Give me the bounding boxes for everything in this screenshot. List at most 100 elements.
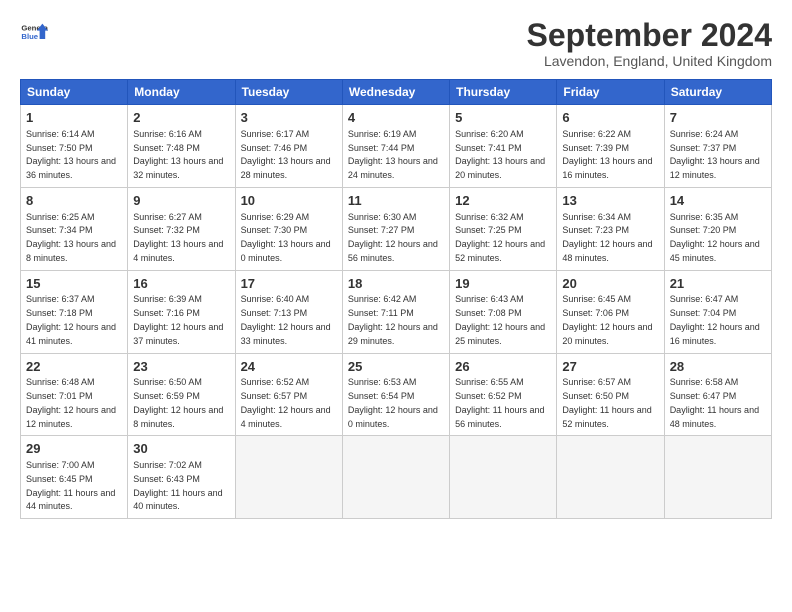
table-row: 1 Sunrise: 6:14 AMSunset: 7:50 PMDaylight… — [21, 105, 128, 188]
table-row: 26Sunrise: 6:55 AMSunset: 6:52 PMDayligh… — [450, 353, 557, 436]
day-info: Sunrise: 6:50 AMSunset: 6:59 PMDaylight:… — [133, 377, 223, 428]
day-info: Sunrise: 6:35 AMSunset: 7:20 PMDaylight:… — [670, 212, 760, 263]
day-number: 13 — [562, 192, 658, 210]
day-info: Sunrise: 6:24 AMSunset: 7:37 PMDaylight:… — [670, 129, 760, 180]
day-info: Sunrise: 6:30 AMSunset: 7:27 PMDaylight:… — [348, 212, 438, 263]
day-info: Sunrise: 7:00 AMSunset: 6:45 PMDaylight:… — [26, 460, 115, 511]
day-info: Sunrise: 6:16 AMSunset: 7:48 PMDaylight:… — [133, 129, 223, 180]
day-number: 19 — [455, 275, 551, 293]
day-number: 9 — [133, 192, 229, 210]
table-row: 10 Sunrise: 6:29 AMSunset: 7:30 PMDayligh… — [235, 187, 342, 270]
table-row: 30 Sunrise: 7:02 AMSunset: 6:43 PMDayligh… — [128, 436, 235, 519]
calendar-header-row: Sunday Monday Tuesday Wednesday Thursday… — [21, 80, 772, 105]
table-row — [664, 436, 771, 519]
page: General Blue September 2024 Lavendon, En… — [0, 0, 792, 529]
table-row: 17Sunrise: 6:40 AMSunset: 7:13 PMDayligh… — [235, 270, 342, 353]
calendar-row: 15Sunrise: 6:37 AMSunset: 7:18 PMDayligh… — [21, 270, 772, 353]
day-info: Sunrise: 6:55 AMSunset: 6:52 PMDaylight:… — [455, 377, 544, 428]
day-number: 6 — [562, 109, 658, 127]
day-info: Sunrise: 6:48 AMSunset: 7:01 PMDaylight:… — [26, 377, 116, 428]
day-info: Sunrise: 6:14 AMSunset: 7:50 PMDaylight:… — [26, 129, 116, 180]
day-info: Sunrise: 6:19 AMSunset: 7:44 PMDaylight:… — [348, 129, 438, 180]
table-row: 24Sunrise: 6:52 AMSunset: 6:57 PMDayligh… — [235, 353, 342, 436]
logo: General Blue — [20, 18, 48, 46]
day-number: 16 — [133, 275, 229, 293]
table-row — [342, 436, 449, 519]
table-row: 15Sunrise: 6:37 AMSunset: 7:18 PMDayligh… — [21, 270, 128, 353]
day-number: 24 — [241, 358, 337, 376]
day-info: Sunrise: 6:39 AMSunset: 7:16 PMDaylight:… — [133, 294, 223, 345]
table-row: 14Sunrise: 6:35 AMSunset: 7:20 PMDayligh… — [664, 187, 771, 270]
day-info: Sunrise: 6:37 AMSunset: 7:18 PMDaylight:… — [26, 294, 116, 345]
calendar-table: Sunday Monday Tuesday Wednesday Thursday… — [20, 79, 772, 519]
day-info: Sunrise: 6:27 AMSunset: 7:32 PMDaylight:… — [133, 212, 223, 263]
day-number: 29 — [26, 440, 122, 458]
day-number: 10 — [241, 192, 337, 210]
table-row: 19Sunrise: 6:43 AMSunset: 7:08 PMDayligh… — [450, 270, 557, 353]
day-number: 21 — [670, 275, 766, 293]
table-row: 16Sunrise: 6:39 AMSunset: 7:16 PMDayligh… — [128, 270, 235, 353]
table-row: 27Sunrise: 6:57 AMSunset: 6:50 PMDayligh… — [557, 353, 664, 436]
table-row: 22Sunrise: 6:48 AMSunset: 7:01 PMDayligh… — [21, 353, 128, 436]
table-row: 4 Sunrise: 6:19 AMSunset: 7:44 PMDaylight… — [342, 105, 449, 188]
col-thursday: Thursday — [450, 80, 557, 105]
table-row: 5Sunrise: 6:20 AMSunset: 7:41 PMDaylight… — [450, 105, 557, 188]
day-number: 27 — [562, 358, 658, 376]
day-number: 26 — [455, 358, 551, 376]
table-row — [557, 436, 664, 519]
day-info: Sunrise: 6:32 AMSunset: 7:25 PMDaylight:… — [455, 212, 545, 263]
header: General Blue September 2024 Lavendon, En… — [20, 18, 772, 69]
calendar-row: 8 Sunrise: 6:25 AMSunset: 7:34 PMDaylight… — [21, 187, 772, 270]
day-info: Sunrise: 6:47 AMSunset: 7:04 PMDaylight:… — [670, 294, 760, 345]
svg-text:Blue: Blue — [21, 32, 38, 41]
table-row: 6Sunrise: 6:22 AMSunset: 7:39 PMDaylight… — [557, 105, 664, 188]
table-row — [450, 436, 557, 519]
day-number: 25 — [348, 358, 444, 376]
day-number: 8 — [26, 192, 122, 210]
table-row: 7Sunrise: 6:24 AMSunset: 7:37 PMDaylight… — [664, 105, 771, 188]
day-number: 17 — [241, 275, 337, 293]
location: Lavendon, England, United Kingdom — [527, 53, 772, 69]
table-row: 9 Sunrise: 6:27 AMSunset: 7:32 PMDaylight… — [128, 187, 235, 270]
table-row: 3 Sunrise: 6:17 AMSunset: 7:46 PMDaylight… — [235, 105, 342, 188]
day-info: Sunrise: 6:45 AMSunset: 7:06 PMDaylight:… — [562, 294, 652, 345]
day-info: Sunrise: 6:42 AMSunset: 7:11 PMDaylight:… — [348, 294, 438, 345]
month-title: September 2024 — [527, 18, 772, 53]
table-row: 20Sunrise: 6:45 AMSunset: 7:06 PMDayligh… — [557, 270, 664, 353]
day-info: Sunrise: 6:43 AMSunset: 7:08 PMDaylight:… — [455, 294, 545, 345]
day-info: Sunrise: 6:29 AMSunset: 7:30 PMDaylight:… — [241, 212, 331, 263]
day-info: Sunrise: 6:57 AMSunset: 6:50 PMDaylight:… — [562, 377, 651, 428]
day-info: Sunrise: 6:58 AMSunset: 6:47 PMDaylight:… — [670, 377, 759, 428]
day-info: Sunrise: 6:25 AMSunset: 7:34 PMDaylight:… — [26, 212, 116, 263]
table-row: 29 Sunrise: 7:00 AMSunset: 6:45 PMDayligh… — [21, 436, 128, 519]
col-friday: Friday — [557, 80, 664, 105]
day-info: Sunrise: 6:52 AMSunset: 6:57 PMDaylight:… — [241, 377, 331, 428]
calendar-row: 1 Sunrise: 6:14 AMSunset: 7:50 PMDaylight… — [21, 105, 772, 188]
calendar-row: 29 Sunrise: 7:00 AMSunset: 6:45 PMDayligh… — [21, 436, 772, 519]
table-row — [235, 436, 342, 519]
day-info: Sunrise: 7:02 AMSunset: 6:43 PMDaylight:… — [133, 460, 222, 511]
table-row: 11Sunrise: 6:30 AMSunset: 7:27 PMDayligh… — [342, 187, 449, 270]
table-row: 21Sunrise: 6:47 AMSunset: 7:04 PMDayligh… — [664, 270, 771, 353]
table-row: 12 Sunrise: 6:32 AMSunset: 7:25 PMDayligh… — [450, 187, 557, 270]
day-number: 12 — [455, 192, 551, 210]
day-number: 4 — [348, 109, 444, 127]
col-saturday: Saturday — [664, 80, 771, 105]
logo-icon: General Blue — [20, 18, 48, 46]
day-number: 5 — [455, 109, 551, 127]
col-tuesday: Tuesday — [235, 80, 342, 105]
day-number: 1 — [26, 109, 122, 127]
day-number: 30 — [133, 440, 229, 458]
table-row: 23Sunrise: 6:50 AMSunset: 6:59 PMDayligh… — [128, 353, 235, 436]
day-number: 22 — [26, 358, 122, 376]
col-wednesday: Wednesday — [342, 80, 449, 105]
day-number: 18 — [348, 275, 444, 293]
day-info: Sunrise: 6:17 AMSunset: 7:46 PMDaylight:… — [241, 129, 331, 180]
day-info: Sunrise: 6:34 AMSunset: 7:23 PMDaylight:… — [562, 212, 652, 263]
day-info: Sunrise: 6:40 AMSunset: 7:13 PMDaylight:… — [241, 294, 331, 345]
day-info: Sunrise: 6:53 AMSunset: 6:54 PMDaylight:… — [348, 377, 438, 428]
day-number: 3 — [241, 109, 337, 127]
table-row: 25Sunrise: 6:53 AMSunset: 6:54 PMDayligh… — [342, 353, 449, 436]
day-number: 23 — [133, 358, 229, 376]
table-row: 8 Sunrise: 6:25 AMSunset: 7:34 PMDaylight… — [21, 187, 128, 270]
